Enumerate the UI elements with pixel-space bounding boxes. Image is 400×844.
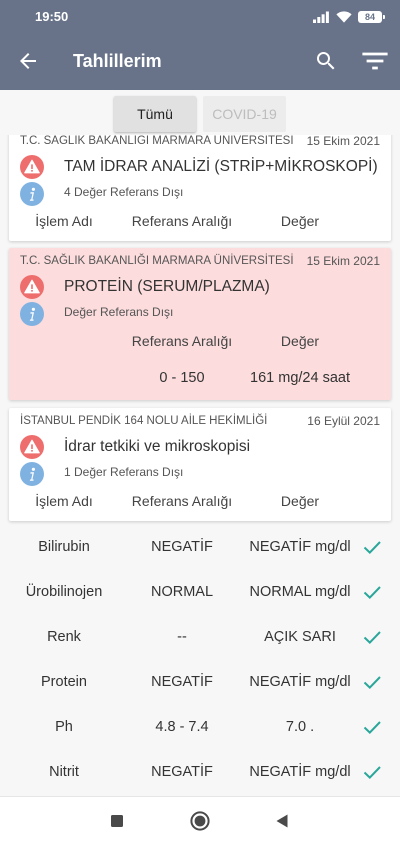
system-nav-bar: [0, 796, 400, 844]
result-row: Protein NEGATİF NEGATİF mg/dl: [0, 660, 400, 705]
row-range: NORMAL: [150, 584, 214, 600]
column-header-value: Değer: [280, 493, 320, 509]
result-row: Bilirubin NEGATİF NEGATİF mg/dl: [0, 525, 400, 570]
out-of-range-count: 1 Değer Referans Dışı: [64, 465, 184, 479]
row-value: AÇIK SARI: [264, 629, 336, 645]
row-value: NEGATİF mg/dl: [249, 674, 351, 690]
arrow-back-icon: [20, 53, 36, 69]
row-value: NEGATİF mg/dl: [249, 764, 351, 780]
wifi-icon: [336, 11, 352, 23]
out-of-range-status: Değer Referans Dışı: [64, 305, 174, 319]
search-icon: [317, 52, 335, 70]
column-header-value: Değer: [280, 213, 320, 229]
institution-name: T.C. SAĞLIK BAKANLIĞI MARMARA ÜNİVERSİTE…: [20, 255, 294, 267]
row-name: Protein: [41, 674, 87, 690]
info-icon: [20, 302, 44, 326]
system-back-button[interactable]: [262, 801, 302, 841]
row-range: NEGATİF: [151, 539, 213, 555]
tab-all[interactable]: Tümü: [114, 96, 196, 132]
result-row: Ph 4.8 - 7.4 7.0 .: [0, 705, 400, 750]
result-row: Ürobilinojen NORMAL NORMAL mg/dl: [0, 570, 400, 615]
result-date: 15 Ekim 2021: [306, 254, 380, 268]
signal-icon: [313, 11, 329, 23]
battery-icon: 84: [358, 11, 385, 23]
check-icon: [363, 586, 381, 600]
home-button[interactable]: [180, 801, 220, 841]
row-value: NORMAL mg/dl: [249, 584, 351, 600]
check-icon: [363, 766, 381, 780]
row-range: 4.8 - 7.4: [155, 719, 209, 735]
row-name: Renk: [47, 629, 81, 645]
row-value: NEGATİF mg/dl: [249, 539, 351, 555]
filter-tabs: Tümü COVID-19: [0, 90, 400, 135]
institution-name: İSTANBUL PENDİK 164 NOLU AİLE HEKİMLİĞİ: [20, 415, 268, 427]
column-header-range: Referans Aralığı: [131, 333, 233, 349]
row-range: NEGATİF: [151, 674, 213, 690]
check-icon: [363, 541, 381, 555]
reference-range: 0 - 150: [159, 370, 205, 386]
back-button[interactable]: [14, 47, 42, 75]
result-row: Renk -- AÇIK SARI: [0, 615, 400, 660]
row-range: --: [177, 629, 187, 645]
battery-level: 84: [364, 12, 375, 22]
check-icon: [363, 631, 381, 645]
column-header-range: Referans Aralığı: [131, 213, 233, 229]
warning-icon: [20, 155, 44, 179]
column-header-name: İşlem Adı: [35, 493, 93, 509]
column-header-range: Referans Aralığı: [131, 493, 233, 509]
result-detail-list: Bilirubin NEGATİF NEGATİF mg/dl Ürobilin…: [0, 525, 400, 795]
row-name: Ph: [55, 719, 73, 735]
result-value: 161 mg/24 saat: [250, 370, 350, 386]
test-title: İdrar tetkiki ve mikroskopisi: [64, 438, 251, 455]
tab-covid-19[interactable]: COVID-19: [203, 96, 286, 132]
info-icon: [20, 462, 44, 486]
warning-icon: [20, 275, 44, 299]
info-icon: [20, 182, 44, 206]
result-date: 15 Ekim 2021: [306, 135, 380, 148]
page-title: Tahlillerim: [73, 51, 162, 71]
check-icon: [363, 676, 381, 690]
filter-button[interactable]: [361, 47, 389, 75]
recent-apps-button[interactable]: [97, 801, 137, 841]
home-icon: [190, 811, 210, 831]
row-name: Nitrit: [49, 764, 79, 780]
back-triangle-icon: [276, 814, 288, 828]
test-title: TAM İDRAR ANALİZİ (STRİP+MİKROSKOPİ): [64, 158, 378, 175]
column-header-value: Değer: [280, 333, 320, 349]
results-list[interactable]: T.C. SAĞLIK BAKANLIĞI MARMARA ÜNİVERSİTE…: [0, 135, 400, 796]
test-title: PROTEİN (SERUM/PLAZMA): [64, 278, 270, 295]
column-header-name: İşlem Adı: [35, 213, 93, 229]
warning-icon: [20, 435, 44, 459]
status-time: 19:50: [35, 9, 69, 24]
row-name: Ürobilinojen: [25, 584, 103, 600]
row-range: NEGATİF: [151, 764, 213, 780]
out-of-range-count: 4 Değer Referans Dışı: [64, 185, 184, 199]
app-bar: 19:50 84 Tahlillerim: [0, 0, 400, 90]
filter-list-icon: [362, 52, 388, 70]
search-button[interactable]: [312, 47, 340, 75]
institution-name: T.C. SAĞLIK BAKANLIĞI MARMARA ÜNİVERSİTE…: [20, 135, 294, 147]
check-icon: [363, 721, 381, 735]
recent-apps-icon: [111, 815, 123, 827]
result-card[interactable]: İSTANBUL PENDİK 164 NOLU AİLE HEKİMLİĞİ …: [9, 408, 391, 521]
result-row: Nitrit NEGATİF NEGATİF mg/dl: [0, 750, 400, 795]
row-value: 7.0 .: [285, 719, 315, 735]
result-date: 16 Eylül 2021: [307, 414, 380, 428]
row-name: Bilirubin: [38, 539, 90, 555]
status-icons: 84: [313, 10, 385, 24]
result-card-highlighted[interactable]: T.C. SAĞLIK BAKANLIĞI MARMARA ÜNİVERSİTE…: [9, 248, 391, 400]
result-card[interactable]: T.C. SAĞLIK BAKANLIĞI MARMARA ÜNİVERSİTE…: [9, 135, 391, 241]
